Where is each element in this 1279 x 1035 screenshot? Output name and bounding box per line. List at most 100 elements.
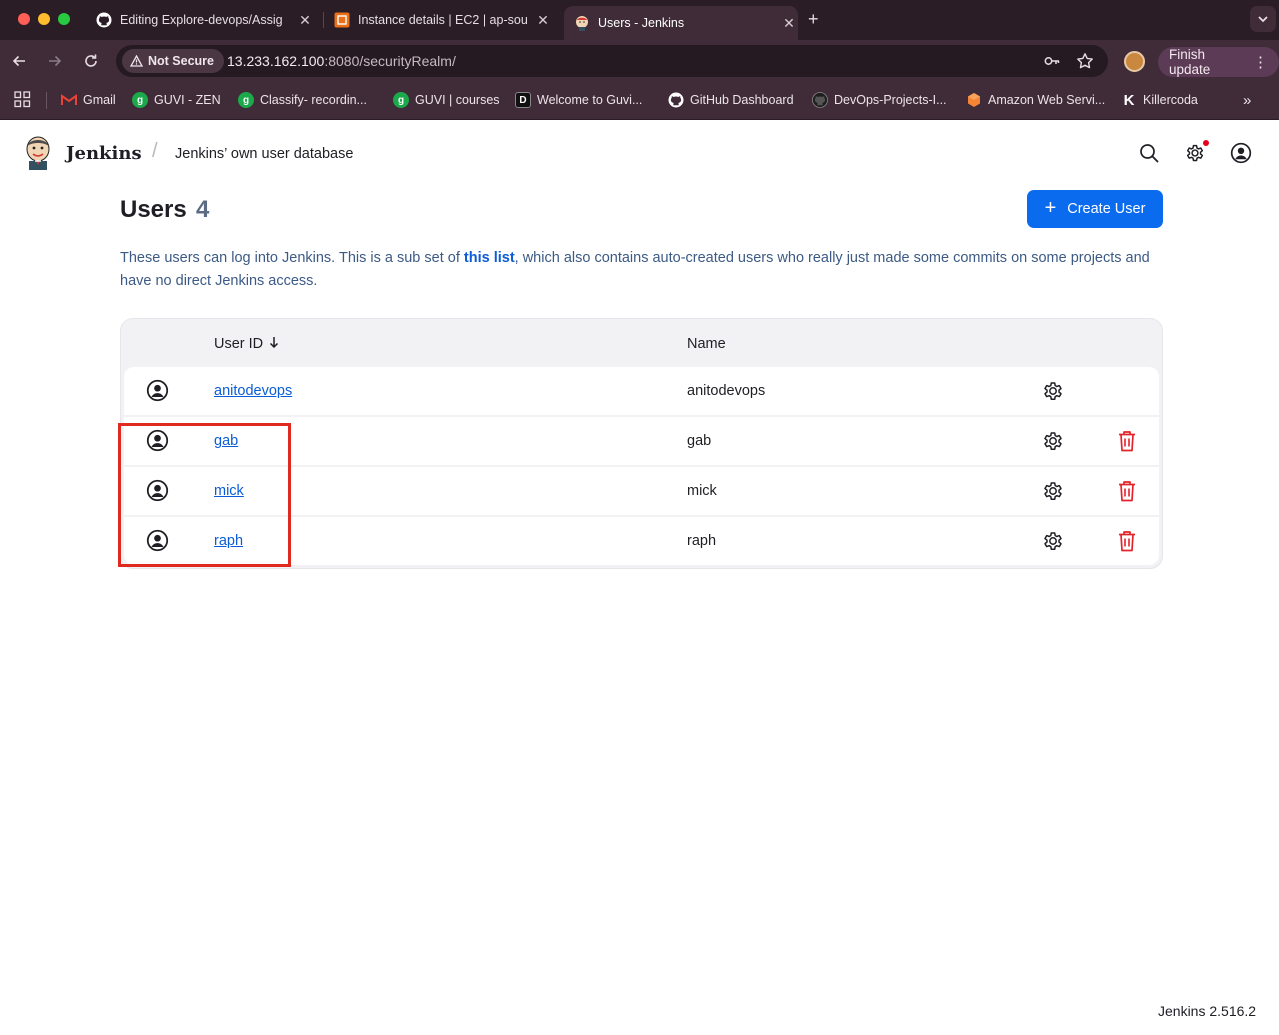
bookmark-label: GUVI - ZEN: [154, 93, 221, 107]
browser-tab-github[interactable]: Editing Explore-devops/Assig ✕: [96, 4, 314, 36]
delete-user-trash-icon[interactable]: [1116, 479, 1138, 503]
apps-grid-icon[interactable]: [14, 91, 31, 108]
bookmark-gmail[interactable]: Gmail: [61, 92, 116, 108]
configure-user-gear-icon[interactable]: [1041, 479, 1065, 503]
close-tab-icon[interactable]: ✕: [296, 12, 314, 29]
configure-user-gear-icon[interactable]: [1041, 379, 1065, 403]
user-name: anitodevops: [687, 383, 766, 399]
description-text: These users can log into Jenkins. This i…: [120, 250, 464, 266]
gmail-icon: [61, 92, 77, 108]
delete-user-trash-icon[interactable]: [1116, 429, 1138, 453]
d-icon: D: [515, 92, 531, 108]
close-tab-icon[interactable]: ✕: [534, 12, 552, 29]
more-bookmarks-chevron-icon[interactable]: »: [1243, 92, 1251, 109]
back-arrow-icon[interactable]: [9, 51, 29, 71]
user-account-icon[interactable]: [1230, 142, 1252, 164]
bookmark-devops-projects[interactable]: DevOps-Projects-I...: [812, 92, 947, 108]
bookmarks-divider: [46, 92, 47, 109]
bookmark-label: Gmail: [83, 93, 116, 107]
jenkins-home-link[interactable]: Jenkins: [66, 143, 142, 164]
bookmark-label: DevOps-Projects-I...: [834, 93, 947, 107]
breadcrumb-separator: /: [152, 140, 158, 162]
bookmark-label: GUVI | courses: [415, 93, 500, 107]
browser-toolbar: Not Secure 13.233.162.100:8080/securityR…: [0, 40, 1279, 83]
minimize-window-button[interactable]: [38, 13, 50, 25]
jenkins-icon: [574, 15, 590, 31]
user-avatar-icon: [146, 379, 169, 402]
page-title: Users: [120, 196, 187, 223]
maximize-window-button[interactable]: [58, 13, 70, 25]
forward-arrow-icon[interactable]: [45, 51, 65, 71]
bookmarks-bar: Gmail g GUVI - ZEN g Classify- recordin.…: [0, 83, 1279, 120]
create-user-label: Create User: [1067, 201, 1146, 217]
create-user-button[interactable]: + Create User: [1027, 190, 1163, 228]
table-row: anitodevops anitodevops: [124, 367, 1159, 415]
bookmark-killercoda[interactable]: K Killercoda: [1121, 91, 1198, 109]
killercoda-icon: K: [1123, 91, 1135, 109]
guvi-icon: g: [132, 92, 148, 108]
user-name: gab: [687, 433, 712, 449]
tab-divider: [323, 12, 324, 28]
jenkins-logo-icon[interactable]: [24, 136, 52, 170]
reload-icon[interactable]: [81, 51, 101, 71]
bookmark-guvi-courses[interactable]: g GUVI | courses: [393, 92, 500, 108]
user-name: raph: [687, 533, 717, 549]
user-id-link[interactable]: anitodevops: [214, 383, 292, 399]
notification-dot: [1203, 140, 1209, 146]
finish-update-label: Finish update: [1169, 47, 1211, 77]
bookmark-aws[interactable]: Amazon Web Servi...: [966, 92, 1105, 108]
security-label: Not Secure: [148, 54, 214, 68]
finish-update-button[interactable]: Finish update ⋮: [1158, 47, 1279, 77]
tab-title: Users - Jenkins: [598, 16, 685, 30]
more-vertical-icon[interactable]: ⋮: [1253, 53, 1268, 71]
annotation-highlight-box: [118, 423, 291, 567]
close-tab-icon[interactable]: ✕: [780, 15, 798, 32]
browser-tab-jenkins[interactable]: Users - Jenkins ✕: [564, 6, 798, 40]
bookmark-star-icon[interactable]: [1076, 52, 1094, 70]
this-list-link[interactable]: this list: [464, 250, 515, 266]
bookmark-welcome-guvi[interactable]: D Welcome to Guvi...: [515, 92, 642, 108]
jenkins-version[interactable]: Jenkins 2.516.2: [1158, 1003, 1256, 1019]
security-chip[interactable]: Not Secure: [122, 49, 224, 73]
bookmark-label: Killercoda: [1143, 93, 1198, 107]
url-host: 13.233.162.100: [227, 53, 325, 69]
configure-user-gear-icon[interactable]: [1041, 429, 1065, 453]
password-key-icon[interactable]: [1043, 52, 1061, 70]
manage-jenkins-gear-icon[interactable]: [1184, 142, 1206, 164]
column-header-name[interactable]: Name: [687, 336, 726, 352]
tab-title: Instance details | EC2 | ap-sou: [358, 13, 528, 27]
guvi-icon: g: [393, 92, 409, 108]
bookmark-classify[interactable]: g Classify- recordin...: [238, 92, 367, 108]
github-icon: [812, 92, 828, 108]
close-window-button[interactable]: [18, 13, 30, 25]
browser-tab-bar: Editing Explore-devops/Assig ✕ Instance …: [0, 0, 1279, 40]
bookmark-label: Welcome to Guvi...: [537, 93, 643, 107]
tab-title: Editing Explore-devops/Assig: [120, 13, 283, 27]
browser-tab-ec2[interactable]: Instance details | EC2 | ap-sou ✕: [334, 4, 552, 36]
tab-search-chevron-icon[interactable]: [1250, 6, 1276, 32]
delete-user-trash-icon[interactable]: [1116, 529, 1138, 553]
user-name: mick: [687, 483, 717, 499]
profile-avatar[interactable]: [1124, 51, 1145, 72]
configure-user-gear-icon[interactable]: [1041, 529, 1065, 553]
new-tab-icon[interactable]: +: [808, 9, 819, 30]
breadcrumb-user-database[interactable]: Jenkins’ own user database: [175, 146, 353, 162]
user-count: 4: [196, 196, 210, 223]
bookmark-github-dashboard[interactable]: GitHub Dashboard: [668, 92, 794, 108]
guvi-icon: g: [238, 92, 254, 108]
page-description: These users can log into Jenkins. This i…: [120, 247, 1165, 293]
github-icon: [96, 12, 112, 28]
column-label: User ID: [214, 336, 264, 352]
jenkins-header: Jenkins / Jenkins’ own user database: [0, 120, 1279, 186]
bookmark-label: GitHub Dashboard: [690, 93, 794, 107]
search-icon[interactable]: [1138, 142, 1160, 164]
bookmark-guvi-zen[interactable]: g GUVI - ZEN: [132, 92, 221, 108]
plus-icon: +: [1044, 197, 1057, 219]
url-path: :8080/securityRealm/: [324, 53, 456, 69]
sort-arrow-down-icon: [269, 336, 279, 352]
address-bar[interactable]: Not Secure 13.233.162.100:8080/securityR…: [116, 45, 1108, 77]
url-text[interactable]: 13.233.162.100:8080/securityRealm/: [227, 53, 456, 69]
column-header-user-id[interactable]: User ID: [214, 336, 279, 352]
bookmark-label: Amazon Web Servi...: [988, 93, 1106, 107]
warning-icon: [130, 55, 143, 67]
